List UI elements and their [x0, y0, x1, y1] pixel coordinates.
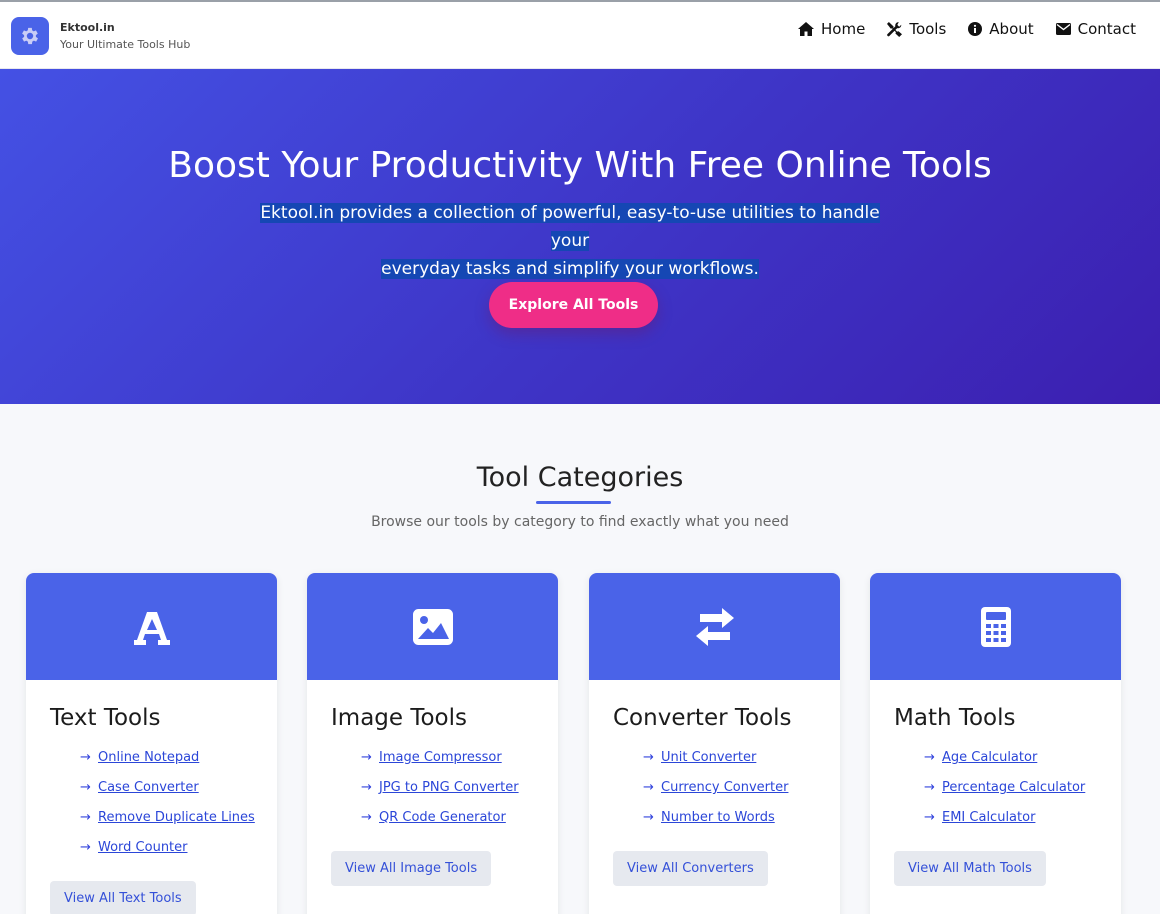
- envelope-icon: [1055, 23, 1071, 35]
- link-emi-calculator[interactable]: EMI Calculator: [942, 810, 1035, 825]
- hero-subtitle: Ektool.in provides a collection of power…: [250, 199, 890, 283]
- category-card-math-tools: Math Tools → Age Calculator → Percentage C…: [870, 573, 1121, 914]
- card-link-list: → Age Calculator → Percentage Calculator →…: [924, 750, 1085, 840]
- image-icon: [412, 608, 453, 645]
- site-header: Ektool.in Your Ultimate Tools Hub Home T…: [0, 2, 1160, 69]
- list-item: → Number to Words: [643, 810, 775, 825]
- tools-icon: [887, 21, 903, 37]
- link-online-notepad[interactable]: Online Notepad: [98, 750, 199, 765]
- link-word-counter[interactable]: Word Counter: [98, 840, 188, 855]
- list-item: → Online Notepad: [80, 750, 200, 765]
- card-header: [307, 573, 558, 680]
- link-image-compressor[interactable]: Image Compressor: [379, 750, 502, 765]
- main-nav: Home Tools About Contact: [776, 19, 1136, 39]
- link-case-converter[interactable]: Case Converter: [98, 780, 199, 795]
- list-item: → Image Compressor: [361, 750, 502, 765]
- link-number-to-words[interactable]: Number to Words: [661, 810, 775, 825]
- link-remove-duplicate-lines[interactable]: Remove Duplicate Lines: [98, 810, 255, 825]
- link-qr-code-generator[interactable]: QR Code Generator: [379, 810, 506, 825]
- link-currency-converter[interactable]: Currency Converter: [661, 780, 788, 795]
- list-item: → EMI Calculator: [924, 810, 1036, 825]
- home-icon: [798, 22, 815, 36]
- section-title-underline: [536, 501, 611, 504]
- link-percentage-calculator[interactable]: Percentage Calculator: [942, 780, 1085, 795]
- hero-section: Boost Your Productivity With Free Online…: [0, 69, 1160, 404]
- card-link-list: → Unit Converter → Currency Converter → Num…: [643, 750, 788, 840]
- calculator-icon: [980, 606, 1011, 647]
- list-item: → Age Calculator: [924, 750, 1038, 765]
- exchange-arrows-icon: [695, 607, 734, 646]
- card-header: [26, 573, 277, 680]
- brand-tagline: Your Ultimate Tools Hub: [60, 38, 191, 51]
- hero-subtitle-line1: Ektool.in provides a collection of power…: [260, 203, 880, 251]
- category-card-image-tools: Image Tools → Image Compressor → JPG to PN…: [307, 573, 558, 914]
- site-logo[interactable]: [11, 17, 49, 55]
- list-item: → Currency Converter: [643, 780, 789, 795]
- brand: Ektool.in Your Ultimate Tools Hub: [60, 21, 190, 52]
- nav-contact-label: Contact: [1077, 20, 1136, 38]
- nav-contact[interactable]: Contact: [1055, 19, 1136, 39]
- list-item: → QR Code Generator: [361, 810, 506, 825]
- category-card-converter-tools: Converter Tools → Unit Converter → Currenc…: [589, 573, 840, 914]
- link-jpg-to-png[interactable]: JPG to PNG Converter: [379, 780, 519, 795]
- hero-subtitle-line2: everyday tasks and simplify your workflo…: [381, 259, 759, 279]
- card-title: Text Tools: [50, 705, 161, 731]
- list-item: → Percentage Calculator: [924, 780, 1086, 795]
- view-all-math-tools-button[interactable]: View All Math Tools: [894, 851, 1046, 886]
- gear-icon: [22, 27, 38, 45]
- explore-all-tools-button[interactable]: Explore All Tools: [489, 282, 658, 328]
- list-item: → JPG to PNG Converter: [361, 780, 519, 795]
- section-subtitle: Browse our tools by category to find exa…: [371, 514, 789, 530]
- list-item: → Word Counter: [80, 840, 188, 855]
- link-age-calculator[interactable]: Age Calculator: [942, 750, 1037, 765]
- list-item: → Remove Duplicate Lines: [80, 810, 255, 825]
- brand-name[interactable]: Ektool.in: [60, 21, 190, 35]
- info-icon: [968, 22, 983, 36]
- list-item: → Unit Converter: [643, 750, 757, 765]
- view-all-converters-button[interactable]: View All Converters: [613, 851, 768, 886]
- card-header: [589, 573, 840, 680]
- nav-home-label: Home: [821, 20, 866, 38]
- card-link-list: → Online Notepad → Case Converter → Remove …: [80, 750, 255, 870]
- nav-tools-label: Tools: [909, 20, 947, 38]
- nav-about-label: About: [989, 20, 1034, 38]
- nav-home[interactable]: Home: [798, 19, 865, 39]
- link-unit-converter[interactable]: Unit Converter: [661, 750, 756, 765]
- card-title: Converter Tools: [613, 705, 792, 731]
- category-card-text-tools: Text Tools → Online Notepad → Case Convert…: [26, 573, 277, 914]
- view-all-text-tools-button[interactable]: View All Text Tools: [50, 881, 196, 914]
- font-a-icon: [133, 611, 170, 645]
- list-item: → Case Converter: [80, 780, 199, 795]
- card-header: [870, 573, 1121, 680]
- hero-title: Boost Your Productivity With Free Online…: [168, 145, 992, 186]
- view-all-image-tools-button[interactable]: View All Image Tools: [331, 851, 492, 886]
- section-title: Tool Categories: [476, 462, 684, 493]
- card-link-list: → Image Compressor → JPG to PNG Converter …: [361, 750, 519, 840]
- nav-tools[interactable]: Tools: [887, 19, 946, 39]
- card-title: Image Tools: [331, 705, 468, 731]
- card-title: Math Tools: [894, 705, 1016, 731]
- nav-about[interactable]: About: [968, 19, 1034, 39]
